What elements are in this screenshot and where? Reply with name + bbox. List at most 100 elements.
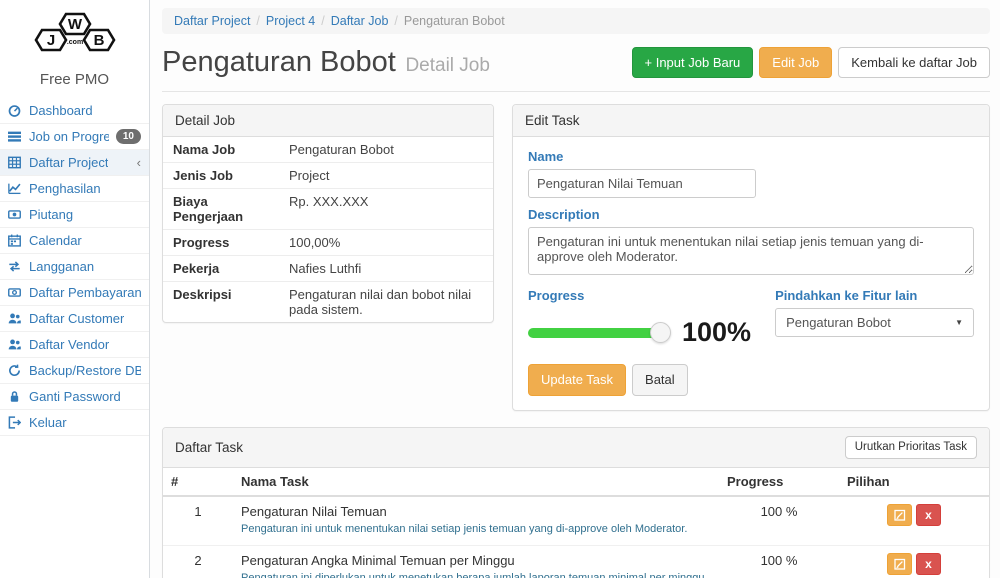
edit-task-button[interactable] bbox=[887, 504, 912, 526]
edit-task-panel: Edit Task Name Description Pengaturan in… bbox=[512, 104, 990, 411]
task-progress: 100 % bbox=[719, 546, 839, 578]
detail-row: Nama Job Pengaturan Bobot bbox=[163, 137, 493, 163]
line-chart-icon bbox=[8, 183, 22, 195]
update-task-button[interactable]: Update Task bbox=[528, 364, 626, 396]
jwb-logo-icon: W J B .com bbox=[28, 8, 122, 64]
sidebar-item-label: Daftar Customer bbox=[29, 311, 124, 326]
page-header: Pengaturan Bobot Detail Job + Input Job … bbox=[162, 46, 990, 92]
sidebar: W J B .com Free PMO Dashboard Job on Pro… bbox=[0, 0, 150, 578]
svg-text:B: B bbox=[93, 32, 104, 49]
sidebar-item-calendar[interactable]: Calendar bbox=[0, 227, 149, 253]
input-job-baru-button[interactable]: + Input Job Baru bbox=[632, 47, 754, 79]
sidebar-item-penghasilan[interactable]: Penghasilan bbox=[0, 175, 149, 201]
users-icon bbox=[8, 313, 22, 325]
task-description: Pengaturan ini untuk menentukan nilai se… bbox=[241, 522, 711, 538]
table-icon bbox=[8, 157, 22, 169]
progress-slider[interactable] bbox=[528, 328, 660, 338]
table-row: 1 Pengaturan Nilai Temuan Pengaturan ini… bbox=[163, 496, 989, 545]
pencil-square-icon bbox=[894, 558, 906, 570]
task-description: Pengaturan ini diperlukan untuk menetuka… bbox=[241, 571, 711, 578]
sidebar-item-dashboard[interactable]: Dashboard bbox=[0, 98, 149, 123]
sidebar-item-daftar-customer[interactable]: Daftar Customer bbox=[0, 305, 149, 331]
sidebar-item-label: Daftar Pembayaran bbox=[29, 285, 141, 300]
detail-row: Deskripsi Pengaturan nilai dan bobot nil… bbox=[163, 282, 493, 322]
sidebar-item-label: Job on Progress bbox=[29, 129, 109, 144]
sidebar-item-label: Langganan bbox=[29, 259, 94, 274]
brand-name: Free PMO bbox=[6, 71, 143, 88]
svg-text:W: W bbox=[67, 16, 82, 33]
sidebar-item-label: Piutang bbox=[29, 207, 73, 222]
progress-percent: 100% bbox=[682, 317, 751, 348]
detail-row: Pekerja Nafies Luthfi bbox=[163, 256, 493, 282]
col-header-name: Nama Task bbox=[233, 468, 719, 496]
detail-job-title: Detail Job bbox=[163, 105, 493, 137]
move-feature-select[interactable]: Pengaturan Bobot ▼ bbox=[775, 308, 974, 337]
x-icon: x bbox=[925, 557, 932, 571]
page-subtitle: Detail Job bbox=[405, 55, 490, 76]
sidebar-item-keluar[interactable]: Keluar bbox=[0, 409, 149, 435]
progress-label: Progress bbox=[528, 288, 751, 303]
task-name-input[interactable] bbox=[528, 169, 756, 198]
sidebar-item-label: Daftar Project bbox=[29, 155, 108, 170]
task-description-textarea[interactable]: Pengaturan ini untuk menentukan nilai se… bbox=[528, 227, 974, 275]
urutkan-prioritas-button-top[interactable]: Urutkan Prioritas Task bbox=[845, 436, 977, 460]
calendar-icon bbox=[8, 235, 22, 247]
dashboard-icon bbox=[8, 105, 22, 117]
page-title: Pengaturan Bobot bbox=[162, 46, 396, 78]
col-header-actions: Pilihan bbox=[839, 468, 989, 496]
task-table: # Nama Task Progress Pilihan 1 Pengatura… bbox=[163, 468, 989, 578]
slider-handle[interactable] bbox=[650, 322, 671, 343]
sidebar-item-label: Backup/Restore DB bbox=[29, 363, 141, 378]
sidebar-item-backup-restore[interactable]: Backup/Restore DB bbox=[0, 357, 149, 383]
task-name: Pengaturan Angka Minimal Temuan per Ming… bbox=[241, 553, 711, 568]
money-icon bbox=[8, 209, 22, 221]
sign-out-icon bbox=[8, 417, 22, 429]
svg-text:J: J bbox=[46, 32, 54, 49]
users-icon bbox=[8, 339, 22, 351]
description-label: Description bbox=[528, 207, 974, 222]
main-content: Daftar Project/Project 4/Daftar Job/Peng… bbox=[150, 0, 1000, 578]
detail-row: Jenis Job Project bbox=[163, 163, 493, 189]
col-header-progress: Progress bbox=[719, 468, 839, 496]
caret-down-icon: ▼ bbox=[955, 318, 963, 327]
sidebar-item-ganti-password[interactable]: Ganti Password bbox=[0, 383, 149, 409]
refresh-icon bbox=[8, 365, 22, 377]
sidebar-item-label: Ganti Password bbox=[29, 389, 121, 404]
sidebar-item-label: Calendar bbox=[29, 233, 82, 248]
sidebar-item-piutang[interactable]: Piutang bbox=[0, 201, 149, 227]
x-icon: x bbox=[925, 508, 932, 522]
table-row: 2 Pengaturan Angka Minimal Temuan per Mi… bbox=[163, 546, 989, 578]
pencil-square-icon bbox=[894, 509, 906, 521]
daftar-task-panel: Daftar Task Urutkan Prioritas Task # Nam… bbox=[162, 427, 990, 578]
breadcrumb: Daftar Project/Project 4/Daftar Job/Peng… bbox=[162, 8, 990, 34]
batal-button[interactable]: Batal bbox=[632, 364, 688, 396]
sidebar-menu: Dashboard Job on Progress 10 Daftar Proj… bbox=[0, 98, 149, 443]
payment-icon bbox=[8, 287, 22, 299]
edit-job-button[interactable]: Edit Job bbox=[759, 47, 832, 79]
name-label: Name bbox=[528, 149, 974, 164]
detail-row: Biaya Pengerjaan Rp. XXX.XXX bbox=[163, 189, 493, 230]
breadcrumb-daftar-job[interactable]: Daftar Job bbox=[331, 14, 389, 28]
task-name: Pengaturan Nilai Temuan bbox=[241, 504, 711, 519]
lock-icon bbox=[8, 391, 22, 403]
delete-task-button[interactable]: x bbox=[916, 553, 941, 575]
breadcrumb-current: Pengaturan Bobot bbox=[404, 14, 505, 28]
task-list-icon bbox=[8, 131, 22, 143]
sidebar-item-daftar-project[interactable]: Daftar Project ‹ bbox=[0, 149, 149, 175]
app-logo: W J B .com Free PMO bbox=[0, 0, 149, 88]
edit-task-button[interactable] bbox=[887, 553, 912, 575]
delete-task-button[interactable]: x bbox=[916, 504, 941, 526]
kembali-button[interactable]: Kembali ke daftar Job bbox=[838, 47, 990, 79]
task-progress: 100 % bbox=[719, 496, 839, 545]
daftar-task-title: Daftar Task bbox=[175, 440, 243, 455]
edit-task-title: Edit Task bbox=[513, 105, 989, 137]
breadcrumb-daftar-project[interactable]: Daftar Project bbox=[174, 14, 250, 28]
sidebar-item-daftar-vendor[interactable]: Daftar Vendor bbox=[0, 331, 149, 357]
breadcrumb-project-4[interactable]: Project 4 bbox=[266, 14, 315, 28]
move-feature-label: Pindahkan ke Fitur lain bbox=[775, 288, 974, 303]
sidebar-item-label: Daftar Vendor bbox=[29, 337, 109, 352]
sidebar-item-job-on-progress[interactable]: Job on Progress 10 bbox=[0, 123, 149, 149]
sidebar-item-langganan[interactable]: Langganan bbox=[0, 253, 149, 279]
sidebar-item-label: Penghasilan bbox=[29, 181, 101, 196]
sidebar-item-daftar-pembayaran[interactable]: Daftar Pembayaran bbox=[0, 279, 149, 305]
